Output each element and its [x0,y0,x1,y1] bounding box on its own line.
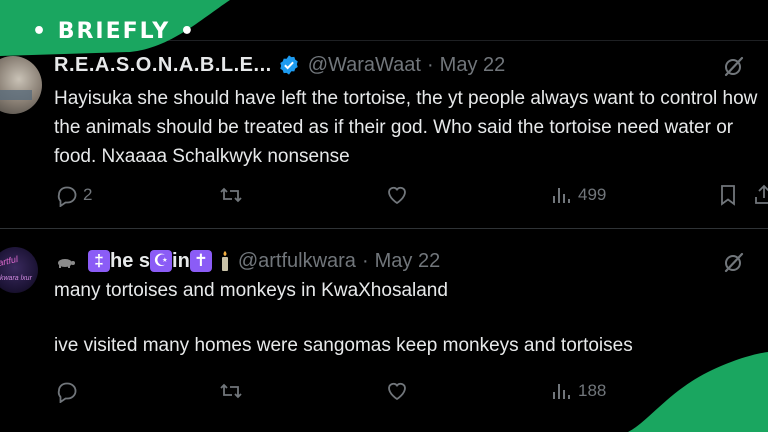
turtle-icon [58,259,75,268]
avatar-text: artful [0,254,19,268]
views-icon [553,188,570,203]
avatar-text: kwara lxur [0,275,32,282]
reply-count: 2 [83,185,93,204]
tweet-text: Hayisuka she should have left the tortoi… [54,88,758,167]
handle[interactable]: @WaraWaat [308,54,421,77]
retweet-icon [220,187,242,203]
like-button[interactable] [385,379,413,403]
retweet-button[interactable] [219,183,247,207]
cross-emoji: ‡ [88,250,110,272]
crescent-emoji: ☪ [150,250,173,272]
action-bar: 2 499 [0,183,768,213]
separator: · [361,249,369,272]
share-button[interactable] [752,183,768,207]
briefly-corner-decoration [628,352,768,432]
grok-icon[interactable] [722,250,746,274]
views-icon [553,384,570,399]
grok-icon[interactable] [722,54,746,78]
name-text: he s [110,249,151,272]
tweet-header: ‡ he s ☪ in ✝ @artfulkwara · May 22 [54,248,440,274]
avatar[interactable] [0,56,42,114]
reply-button[interactable]: 2 [55,183,92,207]
like-button[interactable] [385,183,413,207]
display-name[interactable]: ‡ he s ☪ in ✝ [54,250,230,273]
latin-cross-emoji: ✝ [189,250,212,272]
bookmark-button[interactable] [716,183,740,207]
reply-button[interactable] [55,379,83,403]
reply-icon [57,382,77,403]
handle[interactable]: @artfulkwara [238,250,356,273]
heart-icon [388,382,406,401]
view-count: 499 [578,185,607,204]
view-count: 188 [578,381,607,400]
tweet-text-line: many tortoises and monkeys in KwaXhosala… [54,280,448,301]
timestamp[interactable]: May 22 [375,250,441,273]
retweet-icon [220,383,242,399]
briefly-logo: • BRIEFLY • [32,19,196,44]
name-text: in [172,249,190,272]
views-button[interactable]: 188 [550,379,606,403]
display-name[interactable]: R.E.A.S.O.N.A.B.L.E... [54,54,272,77]
tweet-text-line: ive visited many homes were sangomas kee… [54,335,633,356]
reply-icon [57,186,77,207]
separator: · [426,53,434,76]
candle-icon [221,251,228,271]
timestamp[interactable]: May 22 [440,54,506,77]
verified-badge-icon [279,55,298,75]
bookmark-icon [721,185,735,206]
retweet-button[interactable] [219,379,247,403]
heart-icon [388,186,406,205]
views-button[interactable]: 499 [550,183,606,207]
share-icon [755,184,768,204]
